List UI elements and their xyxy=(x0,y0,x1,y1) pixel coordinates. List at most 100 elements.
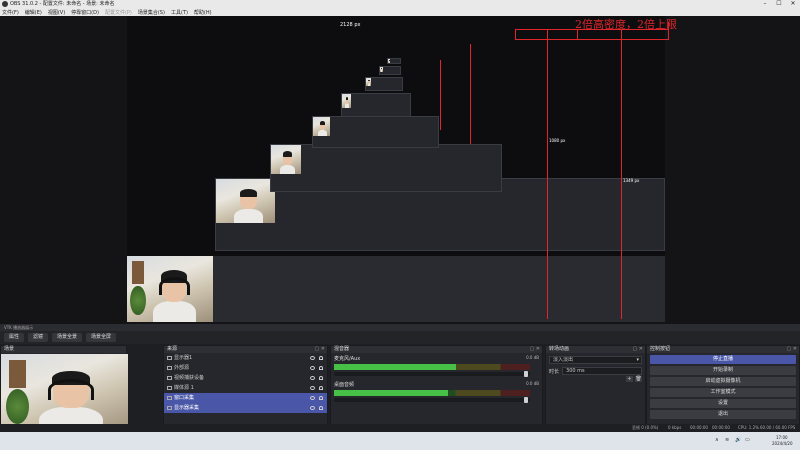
menu-item-0[interactable]: 文件(F) xyxy=(2,9,19,16)
lock-icon[interactable] xyxy=(319,386,323,390)
canvas-docks-strip xyxy=(213,256,665,322)
volume-icon[interactable]: 🔊 xyxy=(735,437,741,443)
nested-webcam xyxy=(216,179,275,223)
annotation-line xyxy=(515,39,668,40)
maximize-icon[interactable]: ☐ xyxy=(772,0,786,8)
menu-item-7[interactable]: 帮助(H) xyxy=(194,9,212,16)
source-type-icon xyxy=(167,376,172,380)
visibility-eye-icon[interactable] xyxy=(310,376,315,380)
title-bar: OBS 31.0.2 - 配置文件: 未命名 - 场景: 未命名 – ☐ ✕ xyxy=(0,0,800,8)
source-item[interactable]: 外部源 xyxy=(164,363,327,373)
visibility-eye-icon[interactable] xyxy=(310,356,315,360)
mixer-dock-header: 混音器 ▢ ✕ xyxy=(331,346,542,353)
duration-input[interactable]: 300 ms xyxy=(562,367,642,375)
mixer-channel: 麦克风/Aux 0.0 dB xyxy=(331,353,542,379)
control-button-5[interactable]: 退出 xyxy=(650,410,796,419)
obs-logo-icon xyxy=(2,1,8,7)
control-button-1[interactable]: 开始录制 xyxy=(650,366,796,375)
dropped-frames: 丢帧 0 (0.0%) xyxy=(632,425,659,430)
chevron-up-icon[interactable]: ∧ xyxy=(715,437,719,443)
source-type-icon xyxy=(167,386,172,390)
clock-date[interactable]: 2024/4/20 xyxy=(772,441,793,446)
meter-level xyxy=(334,390,448,396)
annotation-line xyxy=(515,29,516,40)
channel-name: 麦克风/Aux xyxy=(334,356,361,362)
volume-fader[interactable] xyxy=(334,371,530,377)
menu-item-6[interactable]: 工具(T) xyxy=(171,9,188,16)
nested-webcam xyxy=(271,145,301,174)
source-item[interactable]: 视频捕获设备 xyxy=(164,373,327,383)
preview-area[interactable] xyxy=(0,16,800,324)
program-canvas[interactable] xyxy=(127,16,665,322)
source-list: 显示器1 外部源视频捕获设备媒体源 1 窗口采集显示器采集 xyxy=(164,353,327,413)
visibility-eye-icon[interactable] xyxy=(310,396,315,400)
context-text: VTK 播放器展示 xyxy=(4,325,34,330)
lock-icon[interactable] xyxy=(319,376,323,380)
source-label: 视频捕获设备 xyxy=(174,375,205,381)
source-toolbar-button-0[interactable]: 属性 xyxy=(4,333,25,342)
source-item[interactable]: 显示器采集 xyxy=(164,403,327,413)
remove-transition-button[interactable]: 🗑 xyxy=(635,376,642,382)
nested-preview-frame xyxy=(270,144,502,192)
volume-fader[interactable] xyxy=(334,397,530,403)
nested-preview-frame xyxy=(387,58,401,64)
control-button-2[interactable]: 启动虚拟摄像机 xyxy=(650,377,796,386)
lock-icon[interactable] xyxy=(319,396,323,400)
annotation-line xyxy=(440,60,441,130)
nested-preview-frame xyxy=(341,93,411,117)
fader-knob[interactable] xyxy=(524,397,529,403)
visibility-eye-icon[interactable] xyxy=(310,366,315,370)
menu-item-1[interactable]: 编辑(E) xyxy=(25,9,42,16)
nested-preview-frame xyxy=(312,116,439,148)
channel-db: 0.0 dB xyxy=(526,381,539,386)
control-button-4[interactable]: 设置 xyxy=(650,399,796,408)
menu-item-4[interactable]: 配置文件(P) xyxy=(105,9,132,16)
visibility-eye-icon[interactable] xyxy=(310,386,315,390)
close-icon[interactable]: ✕ xyxy=(786,0,800,8)
menu-item-3[interactable]: 停靠窗口(D) xyxy=(71,9,99,16)
transition-select[interactable]: 淡入淡出 ▾ xyxy=(549,356,642,364)
dock-float-icon[interactable]: ▢ ✕ xyxy=(529,346,540,353)
rec-time: 00:00:00 xyxy=(712,425,730,430)
mixer-channel: 桌面音频 0.0 dB xyxy=(331,379,542,405)
control-button-0[interactable]: 停止直播 xyxy=(650,355,796,364)
live-time: 00:00:00 xyxy=(690,425,708,430)
lock-icon[interactable] xyxy=(319,406,323,410)
volume-meter xyxy=(334,390,530,396)
webcam-preview xyxy=(1,354,128,432)
source-type-icon xyxy=(167,366,172,370)
height-label-large: 1349 px xyxy=(623,178,640,183)
source-label: 显示器采集 xyxy=(174,405,200,411)
source-toolbar-button-1[interactable]: 滤镜 xyxy=(28,333,49,342)
mixer-dock-title: 混音器 xyxy=(334,346,350,352)
dock-float-icon[interactable]: ▢ ✕ xyxy=(314,346,325,353)
controls-dock-title: 控制按钮 xyxy=(650,346,671,352)
source-item[interactable]: 显示器1 xyxy=(164,353,327,363)
battery-icon[interactable]: ▭ xyxy=(745,437,750,443)
control-button-3[interactable]: 工作室模式 xyxy=(650,388,796,397)
wifi-icon[interactable]: ≋ xyxy=(725,437,729,443)
source-toolbar-button-2[interactable]: 场景全景 xyxy=(52,333,83,342)
dock-float-icon[interactable]: ▢ ✕ xyxy=(632,346,643,353)
menu-item-5[interactable]: 场景集合(S) xyxy=(138,9,165,16)
source-item[interactable]: 窗口采集 xyxy=(164,393,327,403)
lock-icon[interactable] xyxy=(319,366,323,370)
nested-webcam xyxy=(366,78,371,86)
add-transition-button[interactable]: + xyxy=(626,376,633,382)
channel-name: 桌面音频 xyxy=(334,382,355,388)
transitions-dock-title: 转场动画 xyxy=(549,346,570,352)
source-toolbar-button-3[interactable]: 场景全屏 xyxy=(86,333,117,342)
visibility-eye-icon[interactable] xyxy=(310,406,315,410)
fader-knob[interactable] xyxy=(524,371,529,377)
lock-icon[interactable] xyxy=(319,356,323,360)
dock-float-icon[interactable]: ▢ ✕ xyxy=(786,346,797,353)
window-title: OBS 31.0.2 - 配置文件: 未命名 - 场景: 未命名 xyxy=(10,1,115,7)
menu-item-2[interactable]: 视图(V) xyxy=(48,9,65,16)
meter-level xyxy=(334,364,456,370)
clock-time[interactable]: 17:00 xyxy=(776,435,788,440)
nested-preview-frame xyxy=(379,66,401,75)
minimize-icon[interactable]: – xyxy=(758,0,772,8)
context-bar: VTK 播放器展示 xyxy=(0,324,800,331)
source-item[interactable]: 媒体源 1 xyxy=(164,383,327,393)
cpu-usage: CPU: 1.2% xyxy=(738,425,759,430)
